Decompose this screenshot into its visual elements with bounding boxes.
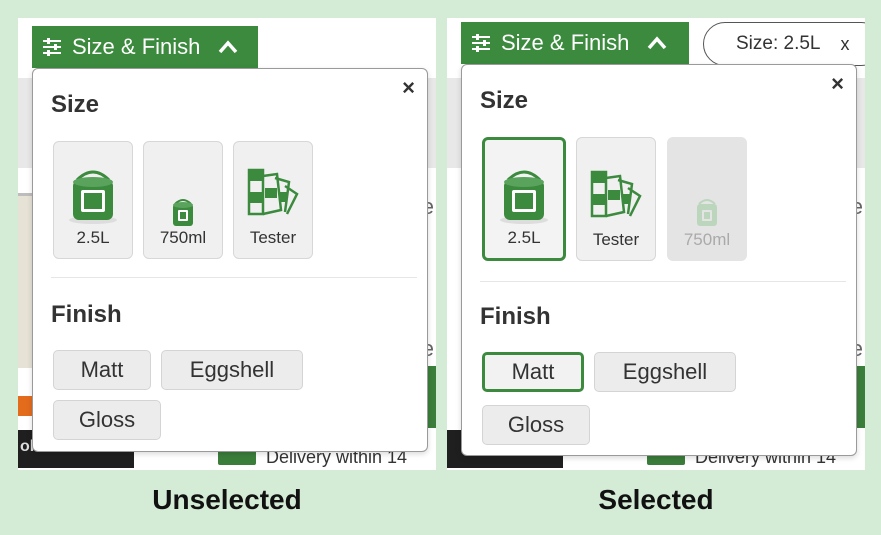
active-filter-chip[interactable]: Size: 2.5L x bbox=[703, 22, 865, 66]
size-heading: Size bbox=[51, 91, 100, 118]
finish-option-matt[interactable]: Matt bbox=[53, 350, 151, 390]
large-paint-tin-icon bbox=[69, 170, 117, 224]
size-option-label: Tester bbox=[249, 228, 297, 247]
size-option-2-5l[interactable]: 2.5L bbox=[482, 137, 566, 261]
close-icon[interactable]: × bbox=[831, 71, 844, 97]
large-paint-tin-icon bbox=[500, 170, 548, 224]
colour-swatch-fan-icon bbox=[247, 168, 299, 216]
section-divider bbox=[480, 281, 846, 282]
finish-heading: Finish bbox=[51, 301, 122, 328]
size-option-label: 2.5L bbox=[507, 228, 541, 247]
colour-swatch-fan-icon bbox=[590, 170, 642, 218]
size-finish-popup: × Size 2.5L 750ml Tester Finish Matt Egg… bbox=[32, 68, 428, 452]
finish-option-gloss[interactable]: Gloss bbox=[53, 400, 161, 440]
caption-selected: Selected bbox=[598, 484, 714, 515]
active-filter-chip-label: Size: 2.5L bbox=[736, 33, 821, 54]
selected-state-panel: e e Delivery within 14 Size & Finish Siz… bbox=[447, 18, 865, 470]
size-option-tester[interactable]: Tester bbox=[576, 137, 656, 261]
size-option-750ml-disabled: 750ml bbox=[667, 137, 747, 261]
caption-unselected: Unselected bbox=[152, 484, 302, 515]
unselected-state-panel: e e ol Walls Delivery within 14 Size & F… bbox=[18, 18, 436, 470]
size-option-label: 750ml bbox=[683, 230, 731, 249]
filter-button-label: Size & Finish bbox=[72, 34, 201, 59]
sliders-icon bbox=[43, 38, 61, 56]
finish-heading: Finish bbox=[480, 303, 551, 330]
size-finish-popup: × Size 2.5L Tester 750ml Finish Matt Egg… bbox=[461, 64, 857, 456]
remove-filter-icon[interactable]: x bbox=[841, 34, 850, 55]
finish-option-matt[interactable]: Matt bbox=[482, 352, 584, 392]
close-icon[interactable]: × bbox=[402, 75, 415, 101]
size-finish-filter-button[interactable]: Size & Finish bbox=[461, 22, 689, 64]
size-option-label: 2.5L bbox=[76, 228, 110, 247]
chevron-up-icon bbox=[219, 40, 238, 54]
finish-option-eggshell[interactable]: Eggshell bbox=[161, 350, 303, 390]
chevron-up-icon bbox=[648, 36, 667, 50]
small-paint-tin-icon bbox=[697, 199, 717, 226]
size-option-tester[interactable]: Tester bbox=[233, 141, 313, 259]
size-option-label: 750ml bbox=[159, 228, 207, 247]
finish-option-eggshell[interactable]: Eggshell bbox=[594, 352, 736, 392]
size-heading: Size bbox=[480, 87, 529, 114]
finish-option-gloss[interactable]: Gloss bbox=[482, 405, 590, 445]
size-option-2-5l[interactable]: 2.5L bbox=[53, 141, 133, 259]
small-paint-tin-icon bbox=[173, 199, 193, 226]
size-option-750ml[interactable]: 750ml bbox=[143, 141, 223, 259]
sliders-icon bbox=[472, 34, 490, 52]
filter-button-label: Size & Finish bbox=[501, 30, 630, 55]
size-option-label: Tester bbox=[592, 230, 640, 249]
section-divider bbox=[51, 277, 417, 278]
size-finish-filter-button[interactable]: Size & Finish bbox=[32, 26, 258, 68]
